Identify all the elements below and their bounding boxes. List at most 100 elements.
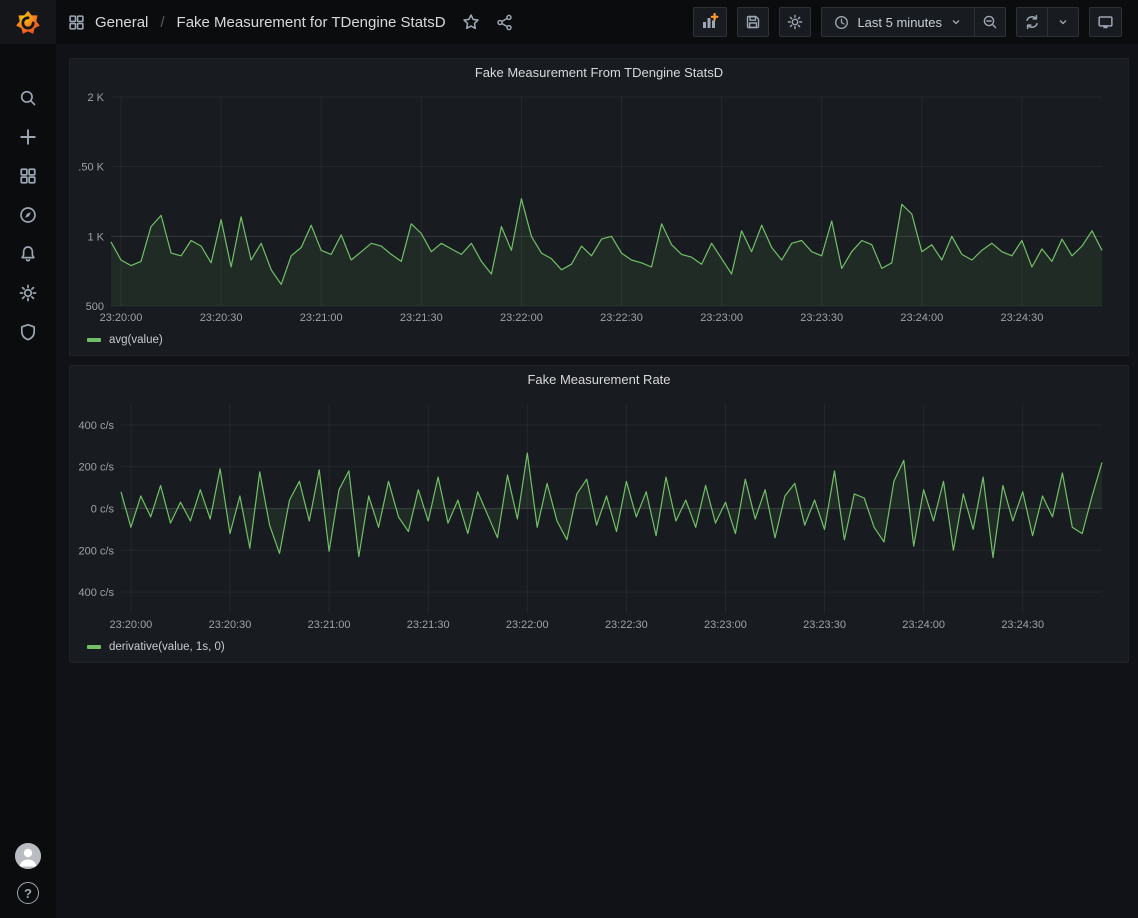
chevron-down-icon	[1057, 16, 1069, 28]
panel-fake-measurement: Fake Measurement From TDengine StatsD 50…	[69, 58, 1129, 356]
breadcrumb-actions	[462, 13, 513, 31]
sidebar-item-server-admin[interactable]	[0, 312, 56, 351]
avatar-person-icon	[15, 843, 41, 869]
compass-icon	[19, 206, 37, 224]
monitor-icon	[1097, 14, 1114, 31]
svg-text:23:24:30: 23:24:30	[1001, 619, 1044, 631]
add-panel-icon	[701, 13, 719, 31]
timeseries-chart[interactable]: 5001 K1.50 K2 K23:20:0023:20:3023:21:002…	[78, 85, 1122, 329]
svg-text:23:22:00: 23:22:00	[500, 312, 543, 324]
dashboard-settings-button[interactable]	[779, 7, 811, 37]
svg-text:23:24:00: 23:24:00	[900, 312, 943, 324]
save-dashboard-button[interactable]	[737, 7, 769, 37]
svg-text:23:20:00: 23:20:00	[109, 619, 152, 631]
legend: derivative(value, 1s, 0)	[78, 636, 1120, 658]
legend-label[interactable]: derivative(value, 1s, 0)	[109, 641, 225, 653]
legend-label[interactable]: avg(value)	[109, 334, 163, 346]
dashboard-canvas: Fake Measurement From TDengine StatsD 50…	[56, 44, 1138, 918]
refresh-icon	[1024, 14, 1040, 30]
svg-text:23:23:30: 23:23:30	[803, 619, 846, 631]
time-range-label: Last 5 minutes	[857, 15, 942, 30]
svg-text:23:20:00: 23:20:00	[100, 312, 143, 324]
main-area: General / Fake Measurement for TDengine …	[56, 0, 1138, 918]
sidebar-bottom: ?	[0, 843, 56, 918]
legend-swatch	[87, 645, 101, 649]
svg-text:23:23:00: 23:23:00	[700, 312, 743, 324]
svg-text:23:22:30: 23:22:30	[605, 619, 648, 631]
svg-text:23:23:30: 23:23:30	[800, 312, 843, 324]
sidebar-item-explore[interactable]	[0, 195, 56, 234]
gear-icon	[19, 284, 37, 302]
cycle-view-mode-button[interactable]	[1089, 7, 1122, 37]
svg-text:23:24:00: 23:24:00	[902, 619, 945, 631]
grafana-app: ? General / Fake Measurement for TDengin…	[0, 0, 1138, 918]
sidebar-item-search[interactable]	[0, 78, 56, 117]
refresh-group	[1016, 7, 1079, 37]
time-picker-group: Last 5 minutes	[821, 7, 1006, 37]
add-panel-button[interactable]	[693, 7, 727, 37]
share-button[interactable]	[496, 14, 513, 31]
sidebar-item-alerting[interactable]	[0, 234, 56, 273]
svg-text:2 K: 2 K	[87, 92, 104, 104]
refresh-button[interactable]	[1016, 7, 1048, 37]
save-icon	[745, 14, 761, 30]
zoom-out-time-button[interactable]	[975, 7, 1006, 37]
top-navbar: General / Fake Measurement for TDengine …	[56, 0, 1138, 44]
star-icon	[462, 13, 480, 31]
svg-text:-200 c/s: -200 c/s	[78, 545, 114, 557]
refresh-interval-dropdown[interactable]	[1048, 7, 1079, 37]
panel-title: Fake Measurement From TDengine StatsD	[475, 65, 723, 80]
legend: avg(value)	[78, 329, 1120, 351]
svg-text:23:21:30: 23:21:30	[400, 312, 443, 324]
breadcrumb-folder[interactable]: General	[95, 14, 148, 31]
share-icon	[496, 14, 513, 31]
svg-text:200 c/s: 200 c/s	[79, 462, 115, 474]
sidebar-item-configuration[interactable]	[0, 273, 56, 312]
dashboard-title: Fake Measurement for TDengine StatsD	[177, 14, 446, 31]
panel-header[interactable]: Fake Measurement From TDengine StatsD	[78, 59, 1120, 85]
shield-icon	[19, 323, 37, 341]
sidebar-item-dashboards[interactable]	[0, 156, 56, 195]
legend-swatch	[87, 338, 101, 342]
svg-text:23:21:30: 23:21:30	[407, 619, 450, 631]
sidebar: ?	[0, 0, 56, 918]
svg-text:23:24:30: 23:24:30	[1001, 312, 1044, 324]
breadcrumb-separator: /	[160, 14, 164, 31]
apps-grid-icon	[68, 14, 85, 31]
dashboard-toolbar: Last 5 minutes	[693, 7, 1122, 37]
svg-text:0 c/s: 0 c/s	[91, 504, 115, 516]
user-avatar[interactable]	[15, 843, 41, 869]
zoom-out-icon	[982, 14, 998, 30]
timeseries-chart[interactable]: -400 c/s -200 c/s 0 c/s 200 c/s 400 c/s 23:20…	[78, 392, 1122, 636]
plus-icon	[19, 128, 37, 146]
help-icon: ?	[24, 886, 32, 901]
chevron-down-icon	[950, 16, 962, 28]
svg-text:23:22:00: 23:22:00	[506, 619, 549, 631]
svg-text:1.50 K: 1.50 K	[78, 162, 105, 174]
search-icon	[19, 89, 37, 107]
svg-text:23:20:30: 23:20:30	[209, 619, 252, 631]
svg-text:23:23:00: 23:23:00	[704, 619, 747, 631]
svg-text:23:21:00: 23:21:00	[300, 312, 343, 324]
gear-icon	[787, 14, 803, 30]
svg-text:-400 c/s: -400 c/s	[78, 587, 114, 599]
sidebar-nav	[0, 78, 56, 351]
svg-text:1 K: 1 K	[87, 231, 104, 243]
svg-text:23:21:00: 23:21:00	[308, 619, 351, 631]
panel-fake-measurement-rate: Fake Measurement Rate -400 c/s -200 c/s 0 …	[69, 365, 1129, 663]
bell-icon	[19, 245, 37, 263]
dashboards-grid-icon	[19, 167, 37, 185]
svg-text:400 c/s: 400 c/s	[79, 420, 115, 432]
breadcrumb: General / Fake Measurement for TDengine …	[68, 13, 513, 31]
grafana-flame-icon	[13, 7, 43, 37]
svg-text:23:20:30: 23:20:30	[200, 312, 243, 324]
sidebar-item-create[interactable]	[0, 117, 56, 156]
panel-header[interactable]: Fake Measurement Rate	[78, 366, 1120, 392]
time-range-picker[interactable]: Last 5 minutes	[821, 7, 975, 37]
clock-icon	[834, 15, 849, 30]
help-button[interactable]: ?	[17, 882, 39, 904]
star-button[interactable]	[462, 13, 480, 31]
grafana-logo[interactable]	[0, 0, 56, 44]
panel-title: Fake Measurement Rate	[527, 372, 670, 387]
svg-text:23:22:30: 23:22:30	[600, 312, 643, 324]
